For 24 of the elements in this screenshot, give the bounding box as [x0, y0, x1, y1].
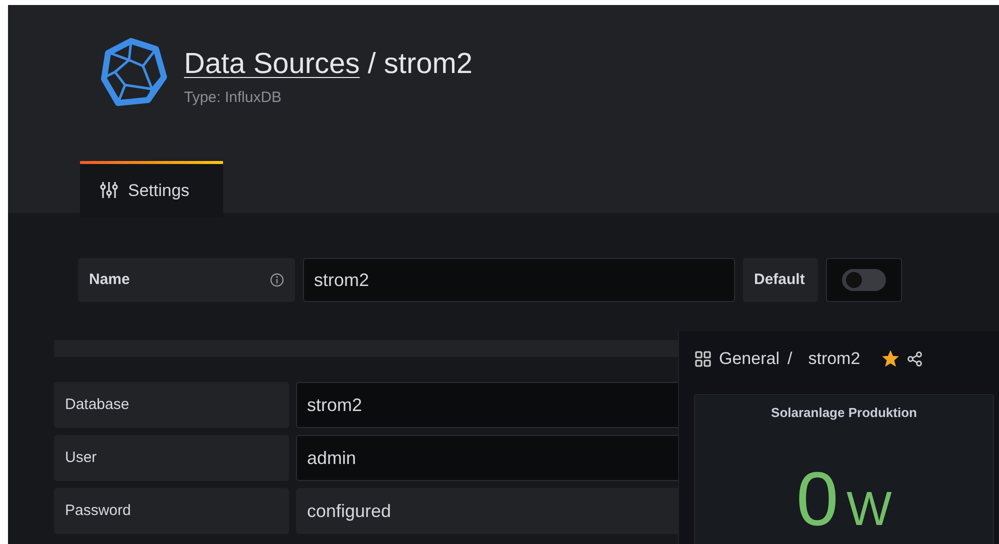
dashboard-grid-icon	[695, 350, 711, 367]
field-label: Password	[54, 488, 289, 534]
field-label: Default	[743, 258, 818, 302]
logo-icon	[98, 37, 168, 107]
star-icon[interactable]	[882, 350, 900, 368]
share-icon[interactable]	[907, 350, 924, 367]
sliders-icon	[100, 181, 118, 200]
breadcrumb-link[interactable]: Data Sources	[184, 48, 360, 80]
field-label-text: Name	[89, 270, 130, 290]
data-source-type: Type: InfluxDB	[184, 88, 283, 108]
panel-title: Solaranlage Produktion	[771, 404, 917, 422]
default-toggle[interactable]	[842, 269, 886, 291]
page-title: strom2	[384, 48, 473, 80]
folder-name[interactable]: General	[719, 346, 780, 372]
info-icon[interactable]	[270, 273, 284, 287]
settings-tab[interactable]: Settings	[80, 161, 223, 218]
stat-value: 0	[796, 462, 838, 538]
name-input[interactable]: strom2	[303, 258, 735, 302]
breadcrumb-separator: /	[787, 348, 792, 370]
breadcrumb-separator: /	[368, 48, 376, 80]
dashboard-title[interactable]: strom2	[808, 346, 860, 372]
stat-unit: W	[846, 482, 892, 538]
field-label: Database	[54, 382, 289, 428]
field-label: User	[54, 435, 289, 481]
